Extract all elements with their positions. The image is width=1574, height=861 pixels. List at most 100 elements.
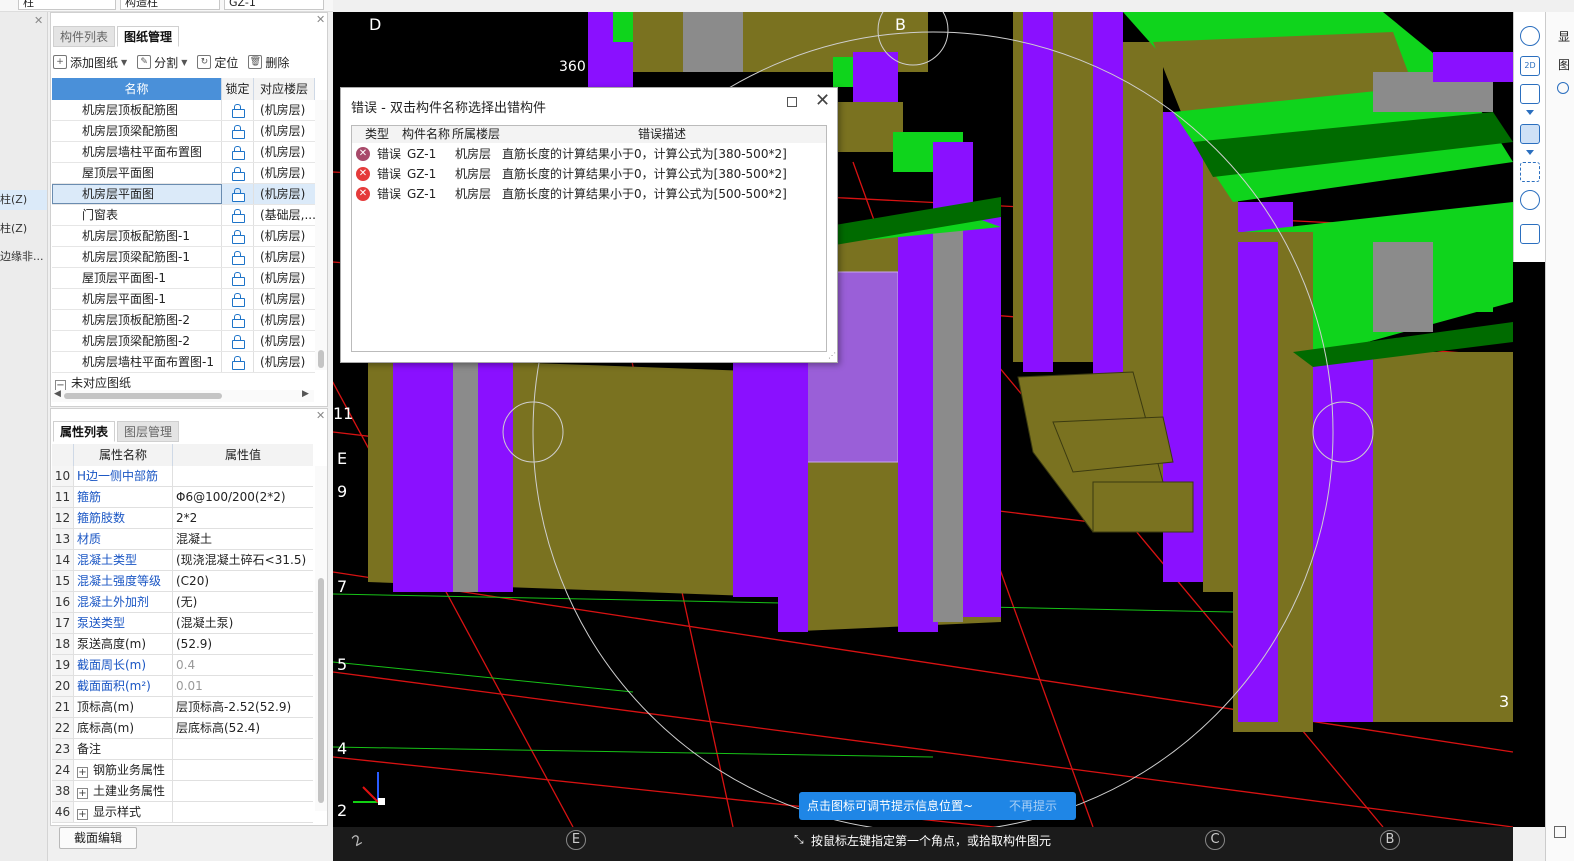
- expand-icon[interactable]: +: [77, 809, 88, 820]
- 3d-box-icon[interactable]: [1520, 84, 1540, 104]
- column-header-type[interactable]: 类型: [352, 126, 402, 143]
- column-header-component[interactable]: 构件名称: [402, 126, 452, 143]
- property-value[interactable]: (混凝土泵): [173, 613, 313, 633]
- property-row[interactable]: 14 混凝土类型 (现浇混凝土碎石<31.5): [52, 550, 313, 571]
- lock-icon[interactable]: [232, 314, 245, 328]
- tip-banner[interactable]: 点击图标可调节提示信息位置~ 不再提示: [799, 792, 1076, 820]
- close-icon[interactable]: ✕: [316, 13, 325, 26]
- lock-icon[interactable]: [232, 104, 245, 118]
- close-icon[interactable]: ✕: [34, 14, 43, 27]
- expand-icon[interactable]: +: [77, 788, 88, 799]
- drawing-name[interactable]: 机房层墙柱平面布置图: [52, 142, 222, 162]
- property-row[interactable]: 11 箍筋 Φ6@100/200(2*2): [52, 487, 313, 508]
- report-icon[interactable]: [1520, 224, 1540, 244]
- drawing-row[interactable]: 门窗表 (基础层,...: [52, 205, 315, 226]
- locate-button[interactable]: ↻ 定位: [197, 54, 238, 71]
- property-value[interactable]: 2*2: [173, 508, 313, 528]
- column-header-floor[interactable]: 对应楼层: [254, 78, 315, 100]
- lock-cell[interactable]: [222, 289, 254, 309]
- drawing-row[interactable]: 机房层顶梁配筋图-2 (机房层): [52, 331, 315, 352]
- lock-cell[interactable]: [222, 310, 254, 330]
- drawing-name[interactable]: 门窗表: [52, 205, 222, 225]
- close-icon[interactable]: ✕: [815, 91, 830, 111]
- drawing-name[interactable]: 屋顶层平面图: [52, 163, 222, 183]
- property-row[interactable]: 20 截面面积(m²) 0.01: [52, 676, 313, 697]
- horizontal-scrollbar[interactable]: ◀ ▶: [52, 389, 314, 402]
- lock-icon[interactable]: [232, 146, 245, 160]
- lock-icon[interactable]: [232, 230, 245, 244]
- lock-icon[interactable]: [232, 335, 245, 349]
- lock-cell[interactable]: [222, 100, 254, 120]
- drawing-row[interactable]: 屋顶层平面图 (机房层): [52, 163, 315, 184]
- tree-item[interactable]: 边缘非...: [0, 247, 47, 267]
- property-value[interactable]: 层底标高(52.4): [173, 718, 313, 738]
- column-header-property-name[interactable]: 属性名称: [74, 444, 173, 466]
- orbit-icon[interactable]: [1520, 26, 1540, 46]
- component-select[interactable]: GZ-1: [224, 0, 324, 10]
- property-row[interactable]: 13 材质 混凝土: [52, 529, 313, 550]
- error-row[interactable]: ✕ 错误 GZ-1 机房层 直筋长度的计算结果小于0，计算公式为[380-500*2]: [352, 164, 826, 184]
- delete-button[interactable]: 🗑 删除: [248, 54, 289, 71]
- drawing-row[interactable]: 机房层顶板配筋图-2 (机房层): [52, 310, 315, 331]
- drawing-name[interactable]: 机房层顶板配筋图-1: [52, 226, 222, 246]
- column-header-name[interactable]: 名称: [52, 78, 222, 100]
- property-row[interactable]: 23 备注: [52, 739, 313, 760]
- drawing-row[interactable]: 机房层墙柱平面布置图 (机房层): [52, 142, 315, 163]
- lock-cell[interactable]: [222, 121, 254, 141]
- property-group[interactable]: 38 + 土建业务属性: [52, 781, 313, 802]
- lock-icon[interactable]: [232, 251, 245, 265]
- lock-cell[interactable]: [222, 352, 254, 372]
- drawing-name[interactable]: 机房层平面图-1: [52, 289, 222, 309]
- lock-icon[interactable]: [232, 293, 245, 307]
- category-select[interactable]: 柱: [18, 0, 116, 10]
- error-component[interactable]: GZ-1: [407, 144, 436, 164]
- drawing-row[interactable]: 机房层顶梁配筋图 (机房层): [52, 121, 315, 142]
- column-header-lock[interactable]: 锁定: [222, 78, 254, 100]
- property-value[interactable]: 混凝土: [173, 529, 313, 549]
- cube-view-icon[interactable]: [1520, 190, 1540, 210]
- scroll-left-icon[interactable]: ◀: [54, 389, 61, 399]
- lock-cell[interactable]: [222, 163, 254, 183]
- property-value[interactable]: 0.4: [173, 655, 313, 675]
- 2d-view-icon[interactable]: 2D: [1520, 56, 1540, 76]
- chevron-down-icon[interactable]: [1526, 150, 1534, 155]
- drawing-row[interactable]: 机房层顶梁配筋图-1 (机房层): [52, 247, 315, 268]
- drawing-row[interactable]: 机房层平面图-1 (机房层): [52, 289, 315, 310]
- drawing-name[interactable]: 机房层顶梁配筋图-1: [52, 247, 222, 267]
- property-row[interactable]: 18 泵送高度(m) (52.9): [52, 634, 313, 655]
- drawing-row[interactable]: 机房层墙柱平面布置图-1 (机房层): [52, 352, 315, 373]
- lock-icon[interactable]: [232, 272, 245, 286]
- fit-view-icon[interactable]: [1520, 162, 1540, 182]
- scrollbar-thumb[interactable]: [318, 350, 324, 368]
- property-group[interactable]: 24 + 钢筋业务属性: [52, 760, 313, 781]
- property-value[interactable]: (C20): [173, 571, 313, 591]
- property-row[interactable]: 10 H边一侧中部筋: [52, 466, 313, 487]
- property-value[interactable]: Φ6@100/200(2*2): [173, 487, 313, 507]
- lock-cell[interactable]: [222, 226, 254, 246]
- error-row[interactable]: ✕ 错误 GZ-1 机房层 直筋长度的计算结果小于0，计算公式为[380-500*2]: [352, 144, 826, 164]
- add-drawing-button[interactable]: + 添加图纸 ▼: [53, 54, 127, 71]
- error-component[interactable]: GZ-1: [407, 184, 436, 204]
- property-value[interactable]: (现浇混凝土碎石<31.5): [173, 550, 313, 570]
- drawing-row[interactable]: 机房层顶板配筋图-1 (机房层): [52, 226, 315, 247]
- vertical-scrollbar[interactable]: [315, 100, 327, 370]
- vertical-scrollbar[interactable]: [315, 466, 327, 811]
- tab-layer-management[interactable]: 图层管理: [117, 421, 180, 442]
- drawing-name[interactable]: 机房层平面图: [52, 184, 222, 204]
- type-select[interactable]: 构造柱: [120, 0, 220, 10]
- lock-cell[interactable]: [222, 205, 254, 225]
- property-row[interactable]: 17 泵送类型 (混凝土泵): [52, 613, 313, 634]
- property-value[interactable]: (无): [173, 592, 313, 612]
- lock-icon[interactable]: [232, 125, 245, 139]
- property-value[interactable]: (52.9): [173, 634, 313, 654]
- property-row[interactable]: 15 混凝土强度等级 (C20): [52, 571, 313, 592]
- maximize-icon[interactable]: [787, 97, 797, 107]
- drawing-name[interactable]: 机房层顶梁配筋图: [52, 121, 222, 141]
- property-row[interactable]: 22 底标高(m) 层底标高(52.4): [52, 718, 313, 739]
- lock-icon[interactable]: [232, 356, 245, 370]
- tab-property-list[interactable]: 属性列表: [53, 421, 116, 442]
- close-icon[interactable]: ✕: [316, 409, 325, 422]
- scrollbar-thumb[interactable]: [318, 578, 324, 803]
- tree-item[interactable]: 柱(Z): [0, 190, 47, 210]
- section-edit-button[interactable]: 截面编辑: [59, 827, 137, 849]
